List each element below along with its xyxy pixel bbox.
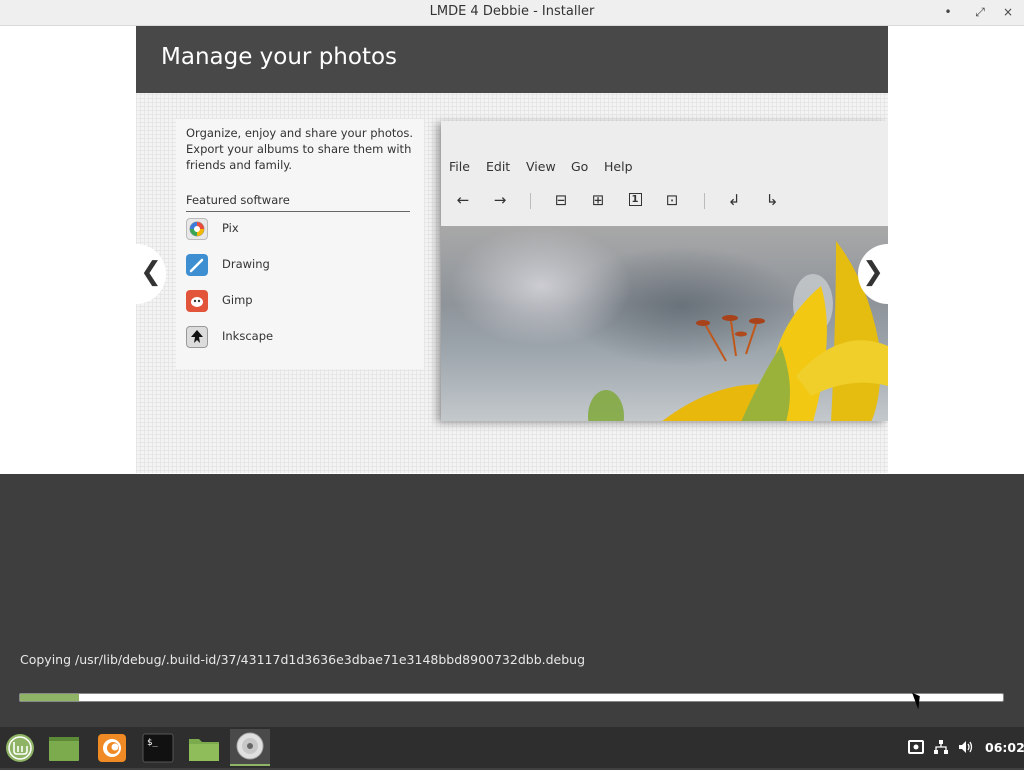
svg-text:$_: $_ xyxy=(147,738,158,748)
window-title: LMDE 4 Debbie - Installer xyxy=(429,4,595,19)
software-item-drawing: Drawing xyxy=(186,253,416,279)
slide-info-panel: Organize, enjoy and share your photos. E… xyxy=(176,119,424,369)
menu-edit: Edit xyxy=(486,159,511,174)
preview-toolbar: ← → ⊟ ⊞ 1 ⊡ ↲ ↳ xyxy=(441,189,888,215)
show-desktop-icon xyxy=(49,737,79,761)
mint-menu-button[interactable] xyxy=(0,729,40,766)
software-item-gimp: Gimp xyxy=(186,289,416,315)
installer-task[interactable] xyxy=(230,729,270,766)
rotate-right-icon: ↳ xyxy=(765,191,779,209)
maximize-button[interactable]: ⤢ xyxy=(970,3,990,21)
previous-slide-button[interactable]: ❮ xyxy=(136,244,166,304)
divider xyxy=(186,211,410,212)
menu-go: Go xyxy=(571,159,589,174)
taskbar: $_ 06:02 xyxy=(0,727,1024,768)
description-line: Export your albums to share them with xyxy=(186,142,412,156)
preview-menubar: File Edit View Go Help xyxy=(441,159,888,179)
copy-status-text: Copying /usr/lib/debug/.build-id/37/4311… xyxy=(20,652,586,667)
toolbar-separator xyxy=(530,193,531,209)
zoom-normal-icon: 1 xyxy=(624,189,646,211)
forward-arrow-icon: → xyxy=(493,191,507,209)
terminal-launcher[interactable]: $_ xyxy=(138,729,178,766)
screenshot-tray-icon[interactable] xyxy=(908,739,924,755)
software-item-inkscape: Inkscape xyxy=(186,325,416,351)
inkscape-icon xyxy=(186,326,208,348)
slide-description: Organize, enjoy and share your photos. E… xyxy=(186,125,418,173)
drawing-icon xyxy=(186,254,208,276)
slide-title: Manage your photos xyxy=(161,44,398,70)
terminal-icon: $_ xyxy=(142,733,174,763)
install-progress-bar xyxy=(19,693,1004,702)
description-line: friends and family. xyxy=(186,158,293,172)
zoom-out-icon: ⊟ xyxy=(554,191,568,209)
pix-icon xyxy=(186,218,208,240)
rotate-left-icon: ↲ xyxy=(727,191,741,209)
description-line: Organize, enjoy and share your photos. xyxy=(186,126,414,140)
volume-icon[interactable] xyxy=(958,739,974,755)
files-launcher[interactable] xyxy=(184,729,224,766)
minimize-button[interactable]: • xyxy=(938,3,958,21)
installer-icon xyxy=(236,732,264,760)
software-label: Gimp xyxy=(222,293,253,307)
window-titlebar: LMDE 4 Debbie - Installer • ⤢ × xyxy=(0,0,1024,26)
featured-software-label: Featured software xyxy=(186,193,290,207)
menu-file: File xyxy=(449,159,470,174)
zoom-fit-icon: ⊡ xyxy=(665,191,679,209)
software-label: Drawing xyxy=(222,257,270,271)
show-desktop-button[interactable] xyxy=(44,729,84,766)
menu-help: Help xyxy=(604,159,633,174)
menu-view: View xyxy=(526,159,556,174)
firefox-launcher[interactable] xyxy=(92,729,132,766)
lily-photo xyxy=(441,226,888,421)
installer-status-area xyxy=(0,474,1024,727)
slide-header: Manage your photos xyxy=(136,26,888,93)
zoom-in-icon: ⊞ xyxy=(591,191,605,209)
slideshow-slide: Manage your photos Organize, enjoy and s… xyxy=(136,26,888,473)
zoom-normal-label: 1 xyxy=(628,193,642,206)
software-label: Pix xyxy=(222,221,239,235)
software-item-pix: Pix xyxy=(186,217,416,243)
back-arrow-icon: ← xyxy=(456,191,470,209)
mint-menu-icon xyxy=(6,734,34,762)
files-icon xyxy=(189,739,219,761)
clock[interactable]: 06:02 xyxy=(985,740,1024,755)
image-viewer-preview: File Edit View Go Help ← → ⊟ ⊞ 1 ⊡ ↲ ↳ xyxy=(441,121,888,421)
network-icon[interactable] xyxy=(933,739,949,755)
firefox-icon xyxy=(98,734,126,762)
progress-fill xyxy=(20,694,79,701)
software-label: Inkscape xyxy=(222,329,274,343)
gimp-icon xyxy=(186,290,208,312)
close-button[interactable]: × xyxy=(998,3,1018,21)
toolbar-separator xyxy=(704,193,705,209)
